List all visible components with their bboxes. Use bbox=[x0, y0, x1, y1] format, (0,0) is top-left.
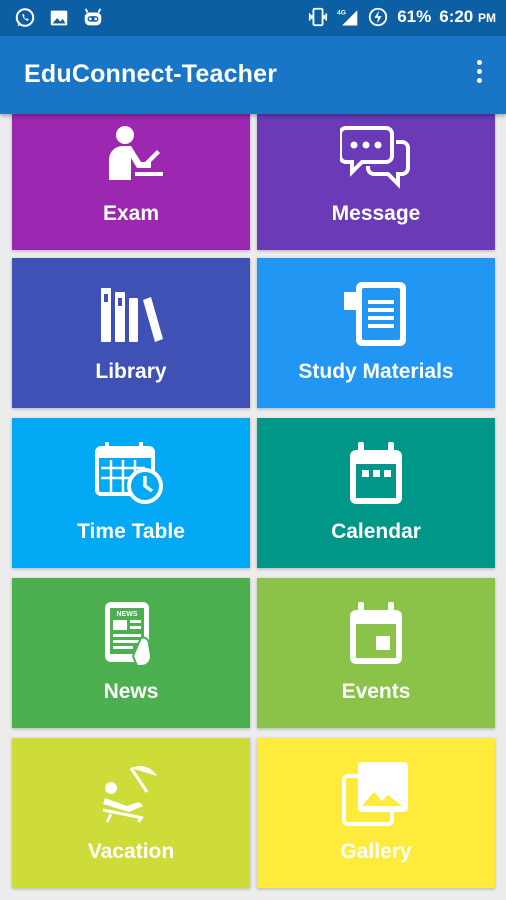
clock-time: 6:20 bbox=[439, 7, 474, 26]
news-icon: NEWS bbox=[105, 602, 153, 667]
app-bar: EduConnect-Teacher bbox=[0, 36, 506, 114]
signal-icon: 4G bbox=[337, 9, 358, 26]
time-table-icon bbox=[95, 442, 163, 504]
vibrate-icon bbox=[309, 7, 328, 27]
status-bar: 4G 61% 6:20 PM bbox=[0, 0, 506, 36]
tile-label: Message bbox=[331, 202, 421, 225]
tile-exam[interactable]: Exam bbox=[12, 114, 250, 250]
clock: 6:20 PM bbox=[439, 7, 496, 27]
dashboard-grid: Exam Message Library Study Materials Tim… bbox=[0, 114, 506, 900]
tile-message[interactable]: Message bbox=[257, 114, 495, 250]
tile-label: News bbox=[103, 680, 159, 703]
tile-label: Exam bbox=[102, 202, 160, 225]
tile-events[interactable]: Events bbox=[257, 578, 495, 728]
tile-label: Gallery bbox=[340, 840, 412, 863]
tile-label: Study Materials bbox=[298, 360, 454, 383]
whatsapp-icon bbox=[15, 8, 35, 27]
tile-time-table[interactable]: Time Table bbox=[12, 418, 250, 568]
network-type: 4G bbox=[337, 9, 346, 16]
tile-study-materials[interactable]: Study Materials bbox=[257, 258, 495, 408]
news-badge-text: NEWS bbox=[117, 611, 138, 618]
tile-calendar[interactable]: Calendar bbox=[257, 418, 495, 568]
cyanogen-icon bbox=[84, 8, 102, 26]
overflow-menu-icon[interactable] bbox=[474, 60, 484, 90]
calendar-icon bbox=[350, 442, 402, 504]
battery-percent: 61% bbox=[397, 7, 432, 26]
tile-vacation[interactable]: Vacation bbox=[12, 738, 250, 888]
battery-charging-icon bbox=[369, 7, 388, 27]
study-materials-icon bbox=[344, 282, 406, 346]
tile-label: Calendar bbox=[331, 520, 421, 543]
status-left-icons bbox=[14, 7, 104, 29]
tile-news[interactable]: NEWS News bbox=[12, 578, 250, 728]
tile-label: Vacation bbox=[87, 840, 175, 863]
tile-label: Events bbox=[341, 680, 411, 703]
exam-icon bbox=[109, 126, 163, 180]
tile-gallery[interactable]: Gallery bbox=[257, 738, 495, 888]
message-icon bbox=[340, 126, 410, 189]
vacation-icon bbox=[102, 766, 157, 823]
app-title: EduConnect-Teacher bbox=[24, 60, 278, 88]
clock-ampm: PM bbox=[478, 11, 496, 25]
gallery-icon bbox=[50, 10, 68, 26]
tile-label: Library bbox=[95, 360, 167, 383]
events-icon bbox=[350, 602, 402, 664]
status-right: 4G 61% 6:20 PM bbox=[307, 6, 496, 28]
gallery-icon bbox=[342, 762, 408, 826]
tile-library[interactable]: Library bbox=[12, 258, 250, 408]
library-icon bbox=[101, 288, 163, 342]
tile-label: Time Table bbox=[77, 520, 185, 543]
